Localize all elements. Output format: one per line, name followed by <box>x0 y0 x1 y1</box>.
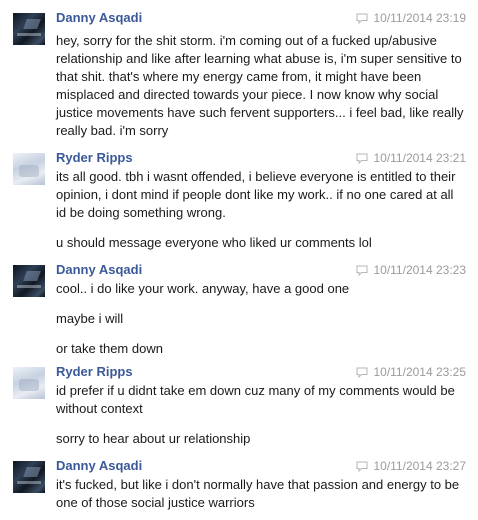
message-text: hey, sorry for the shit storm. i'm comin… <box>56 33 464 138</box>
sender-name[interactable]: Danny Asqadi <box>56 262 142 278</box>
message-meta: 10/11/2014 23:19 <box>356 11 466 25</box>
message-meta: 10/11/2014 23:23 <box>356 263 466 277</box>
message-text: u should message everyone who liked ur c… <box>56 235 372 250</box>
message-text: sorry to hear about ur relationship <box>56 431 251 446</box>
message-timestamp: 10/11/2014 23:23 <box>373 263 466 277</box>
chat-bubble-icon <box>356 153 368 164</box>
message-meta: 10/11/2014 23:21 <box>356 151 466 165</box>
sender-name[interactable]: Danny Asqadi <box>56 10 142 26</box>
avatar[interactable] <box>13 13 45 45</box>
message-text: id prefer if u didnt take em down cuz ma… <box>56 383 455 416</box>
chat-bubble-icon <box>356 13 368 24</box>
message-body: cool.. i do like your work. anyway, have… <box>56 280 466 358</box>
message-body: id prefer if u didnt take em down cuz ma… <box>56 382 466 448</box>
message-timestamp: 10/11/2014 23:27 <box>373 459 466 473</box>
avatar[interactable] <box>13 265 45 297</box>
message-thread: Danny Asqadi 10/11/2014 23:19 hey, sorry… <box>0 0 478 520</box>
message-text: its all good. tbh i wasnt offended, i be… <box>56 169 456 220</box>
sender-name[interactable]: Ryder Ripps <box>56 364 133 380</box>
message-text: maybe i will <box>56 311 124 326</box>
message-timestamp: 10/11/2014 23:19 <box>373 11 466 25</box>
message-timestamp: 10/11/2014 23:25 <box>373 365 466 379</box>
avatar[interactable] <box>13 153 45 185</box>
message-text: it's fucked, but like i don't normally h… <box>56 477 460 510</box>
message-body: its all good. tbh i wasnt offended, i be… <box>56 168 466 252</box>
message-body: hey, sorry for the shit storm. i'm comin… <box>56 32 466 140</box>
message-text: cool.. i do like your work. anyway, have… <box>56 281 350 296</box>
message-body: it's fucked, but like i don't normally h… <box>56 476 466 512</box>
message-meta: 10/11/2014 23:25 <box>356 365 466 379</box>
chat-bubble-icon <box>356 367 368 378</box>
sender-name[interactable]: Danny Asqadi <box>56 458 142 474</box>
message-timestamp: 10/11/2014 23:21 <box>373 151 466 165</box>
chat-bubble-icon <box>356 461 368 472</box>
message-text: or take them down <box>56 341 163 356</box>
message-meta: 10/11/2014 23:27 <box>356 459 466 473</box>
avatar[interactable] <box>13 367 45 399</box>
avatar[interactable] <box>13 461 45 493</box>
chat-bubble-icon <box>356 265 368 276</box>
sender-name[interactable]: Ryder Ripps <box>56 150 133 166</box>
